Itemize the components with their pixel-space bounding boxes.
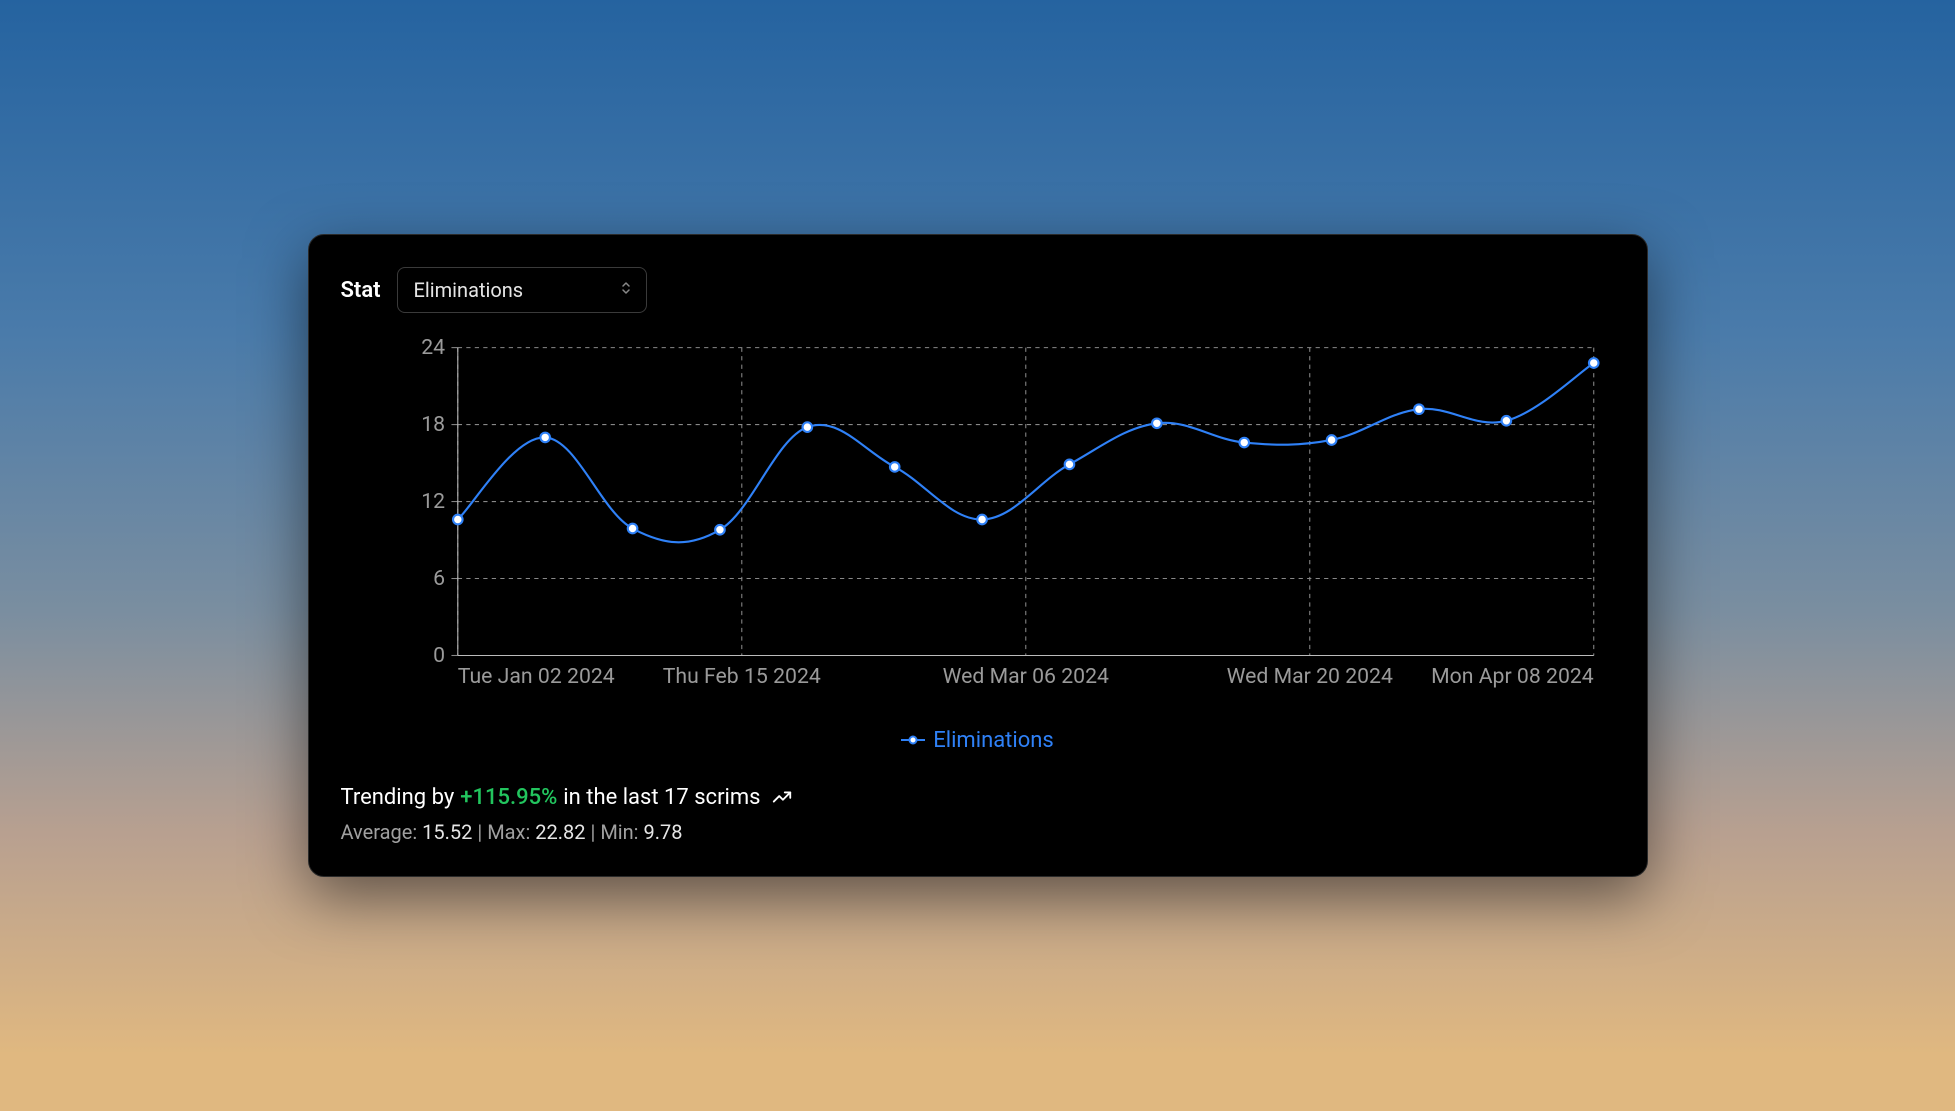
svg-text:Tue Jan 02 2024: Tue Jan 02 2024	[457, 664, 614, 689]
min-label: Min:	[600, 820, 638, 844]
stats-card: Stat Eliminations 0 6 12 18 24 Tue Jan 02 202…	[308, 234, 1648, 876]
min-value: 9.78	[644, 820, 683, 844]
svg-text:24: 24	[421, 337, 445, 360]
trending-prefix: Trending by	[341, 785, 455, 810]
chart-area: 0 6 12 18 24 Tue Jan 02 2024 Thu Feb 15 2024 We…	[341, 337, 1615, 752]
avg-value: 15.52	[422, 820, 472, 844]
separator: |	[477, 820, 487, 844]
header-row: Stat Eliminations	[341, 267, 1615, 313]
svg-text:Mon Apr 08 2024: Mon Apr 08 2024	[1431, 664, 1594, 689]
svg-text:Wed Mar 20 2024: Wed Mar 20 2024	[1226, 664, 1392, 689]
svg-text:Wed Mar 06 2024: Wed Mar 06 2024	[942, 664, 1108, 689]
svg-text:6: 6	[433, 566, 445, 591]
stat-select[interactable]: Eliminations	[397, 267, 647, 313]
svg-text:12: 12	[421, 489, 445, 514]
separator: |	[590, 820, 600, 844]
svg-text:0: 0	[433, 643, 445, 668]
stat-select-value: Eliminations	[414, 278, 524, 302]
max-label: Max:	[487, 820, 530, 844]
legend-marker-icon	[901, 735, 925, 745]
avg-label: Average:	[341, 820, 418, 844]
line-chart: 0 6 12 18 24 Tue Jan 02 2024 Thu Feb 15 2024 We…	[341, 337, 1615, 719]
stat-label: Stat	[341, 278, 381, 303]
stats-line: Average: 15.52 | Max: 22.82 | Min: 9.78	[341, 820, 1615, 844]
svg-text:Thu Feb 15 2024: Thu Feb 15 2024	[662, 664, 820, 689]
legend-label: Eliminations	[933, 728, 1054, 753]
chart-legend: Eliminations	[341, 728, 1615, 753]
trending-up-icon	[771, 786, 793, 808]
chevron-updown-icon	[620, 280, 632, 300]
svg-text:18: 18	[421, 412, 445, 437]
trending-suffix: in the last 17 scrims	[563, 785, 760, 810]
trend-line: Trending by +115.95% in the last 17 scri…	[341, 785, 1615, 810]
trending-pct: +115.95%	[460, 785, 557, 810]
summary: Trending by +115.95% in the last 17 scri…	[341, 785, 1615, 844]
max-value: 22.82	[535, 820, 585, 844]
